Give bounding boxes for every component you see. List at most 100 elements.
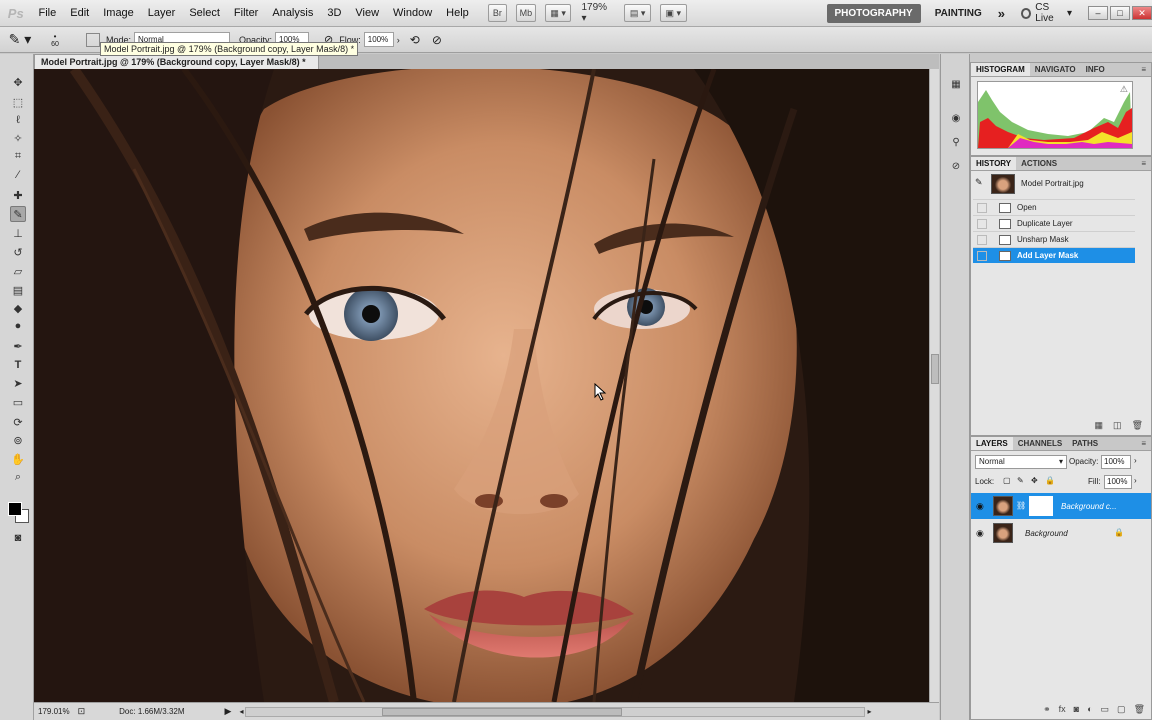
pen-tool-icon[interactable]: ✒ — [10, 338, 26, 354]
snapshot-label[interactable]: Model Portrait.jpg — [1021, 179, 1084, 188]
layer-mask-link-icon[interactable]: ⛓ — [1016, 501, 1026, 510]
workspace-painting[interactable]: PAINTING — [927, 4, 990, 23]
layer-visibility-eye-icon[interactable]: ◉ — [976, 528, 986, 538]
scroll-right-icon[interactable]: ▸ — [867, 707, 871, 716]
foreground-color-swatch[interactable] — [8, 502, 22, 516]
delete-state-icon[interactable]: 🗑 — [1132, 420, 1143, 431]
minimize-button[interactable]: – — [1088, 6, 1108, 20]
new-document-from-state-icon[interactable]: ▦ — [1095, 420, 1104, 431]
layer-mask-thumbnail[interactable] — [1029, 496, 1053, 516]
document-canvas[interactable] — [34, 69, 929, 702]
layer-visibility-eye-icon[interactable]: ◉ — [976, 501, 986, 511]
tab-navigator[interactable]: NAVIGATO — [1030, 63, 1081, 76]
clone-source-panel-icon[interactable]: ◉ — [947, 110, 965, 126]
lasso-tool-icon[interactable]: ℓ — [10, 112, 26, 128]
cs-live-button[interactable]: CS Live ▾ — [1020, 2, 1072, 24]
mini-bridge-button[interactable]: Mb — [515, 4, 536, 22]
brush-tool-icon[interactable]: ✎ — [10, 206, 26, 222]
canvas-vertical-scrollbar[interactable] — [929, 69, 939, 702]
flow-field[interactable]: 100% — [363, 32, 394, 47]
history-source-checkbox[interactable] — [977, 251, 987, 261]
airbrush-icon[interactable]: ⟲ — [410, 33, 420, 47]
eyedropper-tool-icon[interactable]: ⁄ — [10, 167, 26, 183]
horizontal-scroll-thumb[interactable] — [382, 707, 623, 716]
history-brush-source-icon[interactable]: ✎ — [975, 177, 987, 189]
status-zoom[interactable]: 179.01% — [38, 707, 70, 716]
menu-select[interactable]: Select — [182, 0, 227, 27]
histogram-warning-icon[interactable]: ⚠ — [1120, 84, 1128, 95]
menu-file[interactable]: File — [32, 0, 64, 27]
layers-panel-menu-icon[interactable]: ≡ — [1141, 437, 1151, 450]
lock-position-icon[interactable]: ✥ — [1031, 476, 1038, 485]
tool-presets-panel-icon[interactable]: ⊘ — [947, 158, 965, 174]
blur-tool-icon[interactable]: ◆ — [10, 300, 26, 316]
menu-edit[interactable]: Edit — [63, 0, 96, 27]
layer-row-background-copy[interactable]: ◉ ⛓ Background c... — [971, 493, 1151, 519]
crop-tool-icon[interactable]: ⌗ — [10, 148, 26, 164]
blend-mode-select[interactable]: Normal ▾ — [975, 455, 1067, 469]
tab-histogram[interactable]: HISTOGRAM — [971, 63, 1030, 76]
mini-bridge-panel-icon[interactable]: ▦ — [947, 76, 965, 92]
layer-style-icon[interactable]: fx — [1059, 704, 1066, 715]
move-tool-icon[interactable]: ✥ — [10, 74, 26, 90]
3d-orbit-tool-icon[interactable]: ⊚ — [10, 432, 26, 448]
layer-name[interactable]: Background c... — [1061, 502, 1117, 511]
layer-opacity-field[interactable]: 100% — [1101, 455, 1131, 469]
history-source-checkbox[interactable] — [977, 235, 987, 245]
close-window-button[interactable]: ✕ — [1132, 6, 1152, 20]
histogram-panel-menu-icon[interactable]: ≡ — [1141, 63, 1151, 76]
tab-channels[interactable]: CHANNELS — [1013, 437, 1067, 450]
lock-transparent-icon[interactable]: ▢ — [1003, 476, 1011, 485]
history-source-checkbox[interactable] — [977, 203, 987, 213]
view-extras-button[interactable]: ▦ ▾ — [544, 4, 572, 22]
healing-brush-tool-icon[interactable]: ✚ — [10, 187, 26, 203]
tab-layers[interactable]: LAYERS — [971, 437, 1013, 450]
status-menu-icon[interactable]: ⊡ — [78, 706, 86, 717]
screen-mode-button[interactable]: ▣ ▾ — [659, 4, 687, 22]
menu-filter[interactable]: Filter — [227, 0, 265, 27]
link-layers-icon[interactable]: ⚭ — [1043, 704, 1051, 715]
menu-3d[interactable]: 3D — [320, 0, 348, 27]
history-brush-tool-icon[interactable]: ↺ — [10, 244, 26, 260]
clone-stamp-tool-icon[interactable]: ⊥ — [10, 225, 26, 241]
flow-dropdown-icon[interactable]: › — [397, 35, 400, 45]
tab-actions[interactable]: ACTIONS — [1016, 157, 1062, 170]
bridge-button[interactable]: Br — [487, 4, 507, 22]
more-workspaces-icon[interactable]: » — [990, 4, 1013, 23]
marquee-tool-icon[interactable]: ⬚ — [10, 94, 26, 110]
layer-name[interactable]: Background — [1025, 529, 1068, 538]
history-state-open[interactable]: Open — [973, 199, 1135, 215]
history-source-checkbox[interactable] — [977, 219, 987, 229]
eraser-tool-icon[interactable]: ▱ — [10, 263, 26, 279]
document-tab[interactable]: Model Portrait.jpg @ 179% (Background co… — [34, 54, 319, 81]
menu-image[interactable]: Image — [96, 0, 141, 27]
quick-selection-tool-icon[interactable]: ✧ — [10, 130, 26, 146]
3d-rotate-tool-icon[interactable]: ⟳ — [10, 414, 26, 430]
canvas-horizontal-scrollbar[interactable] — [245, 706, 866, 717]
delete-layer-icon[interactable]: 🗑 — [1134, 704, 1145, 715]
shape-tool-icon[interactable]: ▭ — [10, 394, 26, 410]
lock-image-icon[interactable]: ✎ — [1017, 476, 1024, 485]
add-mask-icon[interactable]: ◙ — [1074, 704, 1079, 715]
status-play-icon[interactable]: ▶ — [225, 706, 232, 717]
vertical-scroll-thumb[interactable] — [931, 354, 939, 384]
lock-all-icon[interactable]: 🔒 — [1045, 476, 1055, 485]
zoom-tool-icon[interactable]: ⌕ — [10, 469, 26, 485]
menu-layer[interactable]: Layer — [141, 0, 183, 27]
snapshot-thumbnail[interactable] — [991, 174, 1015, 194]
gradient-tool-icon[interactable]: ▤ — [10, 282, 26, 298]
new-layer-icon[interactable]: ▢ — [1117, 704, 1126, 715]
scroll-left-icon[interactable]: ◂ — [239, 707, 243, 716]
brush-presets-panel-icon[interactable]: ⚲ — [947, 134, 965, 150]
brush-panel-toggle-icon[interactable] — [86, 32, 100, 47]
tab-paths[interactable]: PATHS — [1067, 437, 1103, 450]
layer-row-background[interactable]: ◉ Background 🔒 — [971, 520, 1151, 546]
history-state-add-layer-mask[interactable]: Add Layer Mask — [973, 247, 1135, 263]
menu-analysis[interactable]: Analysis — [265, 0, 320, 27]
create-snapshot-icon[interactable]: ◫ — [1113, 420, 1122, 431]
history-state-unsharp-mask[interactable]: Unsharp Mask — [973, 231, 1135, 247]
brush-size-picker[interactable]: • 60 — [40, 32, 70, 48]
path-selection-tool-icon[interactable]: ➤ — [10, 375, 26, 391]
type-tool-icon[interactable]: T — [10, 357, 26, 373]
tablet-pressure-size-icon[interactable]: ⊘ — [432, 33, 442, 47]
